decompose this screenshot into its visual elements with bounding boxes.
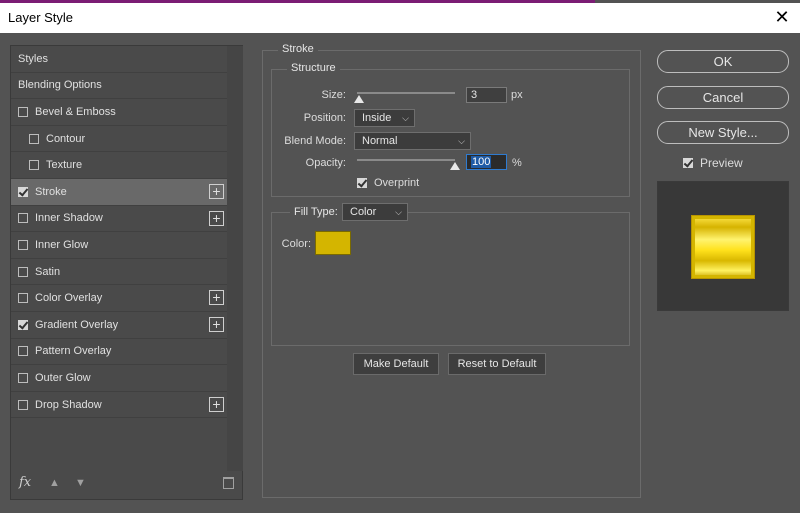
opacity-slider-thumb[interactable] — [450, 162, 460, 170]
sidebar-item-checkbox[interactable] — [29, 133, 39, 144]
sidebar-item-gradient-overlay[interactable]: Gradient Overlay + — [11, 312, 227, 339]
color-label: Color: — [281, 238, 311, 250]
position-value: Inside — [362, 112, 392, 124]
overprint-label: Overprint — [374, 177, 420, 189]
sidebar-item-label: Color Overlay — [35, 292, 103, 305]
blend-mode-select[interactable]: Normal ⌵ — [354, 132, 471, 150]
sidebar-item-label: Inner Glow — [35, 238, 89, 251]
sidebar-item-label: Pattern Overlay — [35, 345, 112, 358]
opacity-unit: % — [512, 157, 522, 169]
move-down-icon[interactable]: ▼ — [75, 477, 86, 489]
title-bar: Layer Style ✕ — [0, 3, 800, 33]
opacity-input[interactable]: 100 — [466, 154, 507, 170]
sidebar-item-checkbox[interactable] — [18, 266, 28, 277]
sidebar-item-checkbox[interactable] — [18, 213, 28, 224]
sidebar-item-label: Stroke — [35, 185, 67, 198]
overprint-checkbox[interactable]: Overprint — [357, 177, 419, 189]
sidebar-item-checkbox[interactable] — [29, 160, 39, 171]
styles-list-scrollbar[interactable] — [227, 46, 243, 471]
move-up-icon[interactable]: ▲ — [49, 477, 60, 489]
add-effect-icon[interactable]: + — [209, 210, 224, 226]
sidebar-item-checkbox[interactable] — [18, 346, 28, 357]
size-label: Size: — [321, 89, 346, 101]
stroke-color-swatch[interactable] — [315, 231, 351, 255]
sidebar-item-label: Inner Shadow — [35, 212, 103, 225]
add-effect-icon[interactable]: + — [209, 290, 224, 306]
preview-label: Preview — [700, 156, 743, 170]
sidebar-item-label: Gradient Overlay — [35, 318, 119, 331]
fill-type-select[interactable]: Color ⌵ — [342, 203, 408, 221]
make-default-button[interactable]: Make Default — [353, 353, 439, 375]
overprint-checkbox-box[interactable] — [357, 178, 367, 188]
style-preview — [657, 181, 789, 311]
sidebar-item-label: Bevel & Emboss — [35, 105, 116, 118]
sidebar-item-checkbox[interactable] — [18, 106, 28, 117]
reset-to-default-button[interactable]: Reset to Default — [448, 353, 546, 375]
fill-type-value: Color — [350, 206, 377, 218]
sidebar-item-blending-options[interactable]: Blending Options — [11, 73, 227, 100]
chevron-down-icon: ⌵ — [458, 136, 465, 146]
ok-button[interactable]: OK — [657, 50, 789, 73]
size-slider-thumb[interactable] — [353, 95, 364, 103]
sidebar-item-inner-glow[interactable]: Inner Glow — [11, 232, 227, 259]
size-slider[interactable] — [357, 92, 455, 94]
styles-panel: Styles Blending Options Bevel & Emboss Cont… — [10, 45, 243, 500]
styles-toolbar: fx ▲ ▼ — [11, 471, 244, 499]
sidebar-item-checkbox[interactable] — [18, 319, 28, 330]
chevron-down-icon: ⌵ — [402, 113, 409, 123]
preview-checkbox[interactable]: Preview — [683, 156, 743, 170]
add-effect-icon[interactable]: + — [209, 316, 224, 332]
position-select[interactable]: Inside ⌵ — [354, 109, 415, 127]
sidebar-item-pattern-overlay[interactable]: Pattern Overlay — [11, 339, 227, 366]
sidebar-item-satin[interactable]: Satin — [11, 259, 227, 286]
size-unit: px — [511, 89, 523, 101]
fill-type-label: Fill Type: — [290, 206, 342, 218]
opacity-label: Opacity: — [305, 157, 346, 169]
styles-list: Styles Blending Options Bevel & Emboss Cont… — [11, 46, 227, 419]
add-effect-icon[interactable]: + — [209, 396, 224, 412]
window-title: Layer Style — [8, 10, 74, 25]
sidebar-item-checkbox[interactable] — [18, 372, 28, 383]
sidebar-item-texture[interactable]: Texture — [11, 152, 227, 179]
sidebar-item-color-overlay[interactable]: Color Overlay + — [11, 285, 227, 312]
chevron-down-icon: ⌵ — [395, 207, 402, 217]
sidebar-item-label: Satin — [35, 265, 61, 278]
sidebar-item-checkbox[interactable] — [18, 186, 28, 197]
sidebar-item-label: Blending Options — [18, 79, 102, 92]
sidebar-item-label: Drop Shadow — [35, 398, 102, 411]
structure-group-title: Structure — [287, 62, 340, 74]
cancel-button[interactable]: Cancel — [657, 86, 789, 109]
blend-mode-label: Blend Mode: — [284, 135, 346, 147]
sidebar-item-label: Styles — [18, 52, 48, 65]
sidebar-item-outer-glow[interactable]: Outer Glow — [11, 365, 227, 392]
sidebar-item-label: Texture — [46, 159, 83, 172]
fx-icon[interactable]: fx — [19, 475, 31, 490]
sidebar-item-checkbox[interactable] — [18, 293, 28, 304]
position-label: Position: — [303, 112, 346, 124]
sidebar-item-stroke[interactable]: Stroke + — [11, 178, 227, 206]
opacity-value: 100 — [471, 156, 492, 168]
preview-thumbnail — [691, 215, 755, 279]
size-input[interactable]: 3 — [466, 87, 507, 103]
sidebar-item-bevel-emboss[interactable]: Bevel & Emboss — [11, 99, 227, 126]
opacity-slider[interactable] — [357, 159, 455, 161]
sidebar-item-drop-shadow[interactable]: Drop Shadow + — [11, 392, 227, 419]
sidebar-item-inner-shadow[interactable]: Inner Shadow + — [11, 206, 227, 233]
blend-mode-value: Normal — [362, 135, 398, 147]
sidebar-item-styles[interactable]: Styles — [11, 46, 227, 73]
new-style-button[interactable]: New Style... — [657, 121, 789, 144]
sidebar-item-contour[interactable]: Contour — [11, 126, 227, 153]
preview-checkbox-box[interactable] — [683, 158, 693, 168]
close-icon[interactable]: ✕ — [772, 7, 792, 27]
sidebar-item-checkbox[interactable] — [18, 399, 28, 410]
sidebar-item-checkbox[interactable] — [18, 239, 28, 250]
add-effect-icon[interactable]: + — [209, 183, 224, 199]
sidebar-item-label: Outer Glow — [35, 371, 91, 384]
sidebar-item-label: Contour — [46, 132, 86, 145]
trash-icon[interactable] — [223, 477, 234, 489]
stroke-group-title: Stroke — [278, 43, 318, 55]
